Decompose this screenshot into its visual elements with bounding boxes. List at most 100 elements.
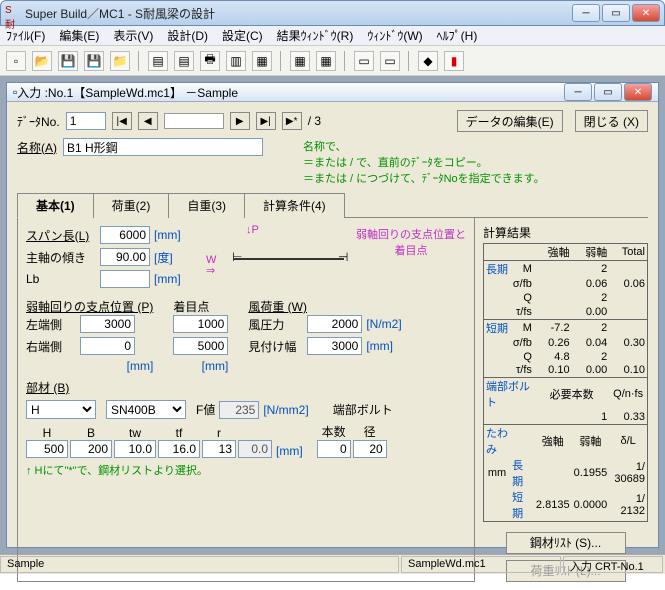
- save-icon[interactable]: 💾: [58, 51, 78, 71]
- child-window: ▫ 入力 :No.1【SampleWd.mc1】 －Sample ─ ▭ ✕ ﾃ…: [6, 82, 659, 548]
- maximize-button[interactable]: ▭: [602, 4, 630, 22]
- tilt-input[interactable]: [100, 248, 150, 266]
- span-input[interactable]: [100, 226, 150, 244]
- wind-press-label: 風圧力: [248, 316, 303, 333]
- B-label: B: [70, 426, 112, 440]
- menu-design[interactable]: 設計(D): [167, 27, 208, 44]
- grade-select[interactable]: SN400B: [106, 400, 186, 419]
- child-min-button[interactable]: ─: [564, 83, 592, 101]
- shape-select[interactable]: H: [26, 400, 96, 419]
- menu-file[interactable]: ﾌｧｲﾙ(F): [6, 27, 45, 44]
- end-bolt-label: 端部ボルト: [333, 401, 393, 418]
- tab-self-weight[interactable]: 自重(3): [168, 193, 245, 218]
- nav-next-button[interactable]: ▶: [230, 112, 250, 130]
- open-icon[interactable]: 📂: [32, 51, 52, 71]
- member-unit: [mm]: [276, 444, 303, 458]
- nav-first-button[interactable]: |◀: [112, 112, 132, 130]
- beam-diagram: ↓P W ⇒ ⊢ ⊣: [196, 226, 356, 286]
- exit-icon[interactable]: ▮: [444, 51, 464, 71]
- close-button[interactable]: ✕: [632, 4, 660, 22]
- tf-label: tf: [158, 426, 200, 440]
- menu-result-window[interactable]: 結果ｳｨﾝﾄﾞｳ(R): [277, 27, 354, 44]
- cascade-icon[interactable]: ▭: [354, 51, 374, 71]
- data-edit-button[interactable]: データの編集(E): [457, 110, 563, 132]
- r-label: r: [202, 426, 236, 440]
- nav-prev-button[interactable]: ◀: [138, 112, 158, 130]
- status-right: 入力 CRT-No.1: [563, 556, 663, 573]
- B-input[interactable]: [70, 440, 112, 458]
- lb-input[interactable]: [100, 270, 150, 288]
- help-text: 名称で、 ＝または / で、直前のﾃﾞｰﾀをコピー。 ＝または / につづけて、…: [303, 138, 545, 186]
- child-close-button[interactable]: ✕: [624, 83, 652, 101]
- lb-unit: [mm]: [154, 272, 181, 286]
- weak-support-unit: [mm]: [26, 359, 153, 373]
- child-max-button[interactable]: ▭: [594, 83, 622, 101]
- nav-new-button[interactable]: ▶*: [282, 112, 302, 130]
- right-support-input[interactable]: [80, 337, 135, 355]
- menu-help[interactable]: ﾍﾙﾌﾟ(H): [437, 27, 478, 44]
- r-input[interactable]: [202, 440, 236, 458]
- menu-settings[interactable]: 設定(C): [222, 27, 263, 44]
- wind-width-input[interactable]: [307, 337, 362, 355]
- color-icon[interactable]: ▦: [316, 51, 336, 71]
- tf-input[interactable]: [158, 440, 200, 458]
- wind-press-input[interactable]: [307, 315, 362, 333]
- folder-icon[interactable]: 📁: [110, 51, 130, 71]
- focus1-input[interactable]: [173, 315, 228, 333]
- menu-edit[interactable]: 編集(E): [59, 27, 99, 44]
- grid-icon[interactable]: ▦: [290, 51, 310, 71]
- doc1-icon[interactable]: ▤: [148, 51, 168, 71]
- close-panel-button[interactable]: 閉じる (X): [575, 110, 648, 132]
- doc2-icon[interactable]: ▤: [174, 51, 194, 71]
- tw-label: tw: [114, 426, 156, 440]
- child-title: 入力 :No.1【SampleWd.mc1】 －Sample: [17, 84, 564, 101]
- menu-window[interactable]: ｳｨﾝﾄﾞｳ(W): [367, 27, 422, 44]
- nav-last-button[interactable]: ▶|: [256, 112, 276, 130]
- results-table: 強軸弱軸Total 長期M2 σ/fb0.060.06 Q2 τ/fs0.00 …: [483, 243, 648, 522]
- tile-icon[interactable]: ▭: [380, 51, 400, 71]
- menu-view[interactable]: 表示(V): [113, 27, 153, 44]
- bolt-n-input[interactable]: [317, 440, 351, 458]
- minimize-button[interactable]: ─: [572, 4, 600, 22]
- name-label: 名称(A): [17, 139, 57, 156]
- tab-calc-cond[interactable]: 計算条件(4): [244, 193, 345, 218]
- statusbar: Sample SampleWd.mc1 入力 CRT-No.1: [0, 554, 665, 574]
- tab-basic[interactable]: 基本(1): [17, 193, 94, 218]
- print-icon[interactable]: 🖶: [200, 51, 220, 71]
- focus2-input[interactable]: [173, 337, 228, 355]
- span-label: スパン長(L): [26, 227, 96, 244]
- mdi-area: ▫ 入力 :No.1【SampleWd.mc1】 －Sample ─ ▭ ✕ ﾃ…: [0, 76, 665, 554]
- bolt-d-label: 径: [353, 423, 387, 440]
- member-note: ↑ Hにて"*"で、鋼材リストより選択。: [26, 462, 466, 478]
- doc3-icon[interactable]: ▥: [226, 51, 246, 71]
- focus-unit: [mm]: [173, 359, 228, 373]
- left-support-input[interactable]: [80, 315, 135, 333]
- steel-list-button[interactable]: 鋼材ﾘｽﾄ (S)...: [506, 532, 626, 554]
- toolbar: ▫ 📂 💾 💾 📁 ▤ ▤ 🖶 ▥ ▦ ▦ ▦ ▭ ▭ ◆ ▮: [0, 46, 665, 76]
- new-icon[interactable]: ▫: [6, 51, 26, 71]
- H-label: H: [26, 426, 68, 440]
- tilt-unit: [度]: [154, 249, 173, 266]
- diagram-label: 弱軸回りの支点位置と着目点: [356, 226, 466, 292]
- nav-slider[interactable]: [164, 113, 224, 129]
- doc4-icon[interactable]: ▦: [252, 51, 272, 71]
- bolt-n-label: 本数: [317, 423, 351, 440]
- tab-load[interactable]: 荷重(2): [93, 193, 170, 218]
- name-input[interactable]: [63, 138, 263, 156]
- status-mid: SampleWd.mc1: [401, 556, 561, 573]
- tabstrip: 基本(1) 荷重(2) 自重(3) 計算条件(4): [17, 192, 648, 218]
- help-icon[interactable]: ◆: [418, 51, 438, 71]
- wind-press-unit: [N/m2]: [366, 317, 401, 331]
- lb-label: Lb: [26, 272, 96, 286]
- app-icon: S耐: [5, 5, 21, 21]
- tw-input[interactable]: [114, 440, 156, 458]
- r2-input: [238, 440, 272, 458]
- datano-input[interactable]: [66, 112, 106, 130]
- wind-width-unit: [mm]: [366, 339, 393, 353]
- H-input[interactable]: [26, 440, 68, 458]
- datano-total: / 3: [308, 114, 321, 128]
- span-unit: [mm]: [154, 228, 181, 242]
- weak-support-title: 弱軸回りの支点位置 (P): [26, 298, 153, 315]
- bolt-d-input[interactable]: [353, 440, 387, 458]
- saveall-icon[interactable]: 💾: [84, 51, 104, 71]
